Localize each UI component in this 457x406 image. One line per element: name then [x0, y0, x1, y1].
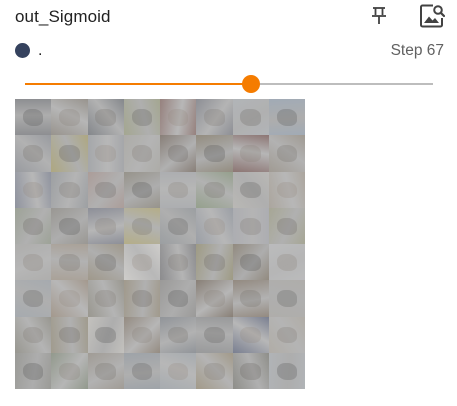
image-card: out_Sigmoid . Step 67 — [0, 0, 457, 406]
sample-tile — [123, 135, 160, 172]
sample-tile — [123, 244, 160, 281]
sample-tile — [232, 171, 269, 208]
sample-tile — [196, 207, 233, 244]
sample-tile — [160, 352, 197, 389]
sample-tile — [15, 244, 52, 281]
sample-tile — [51, 135, 88, 172]
sample-tile — [160, 171, 197, 208]
sample-tile — [87, 207, 124, 244]
sample-tile — [232, 280, 269, 317]
sample-tile — [268, 135, 305, 172]
sample-tile — [268, 352, 305, 389]
sample-tile — [123, 99, 160, 136]
sample-tile — [232, 316, 269, 353]
sample-image — [15, 99, 305, 389]
sample-tile — [15, 316, 52, 353]
sample-tile — [123, 316, 160, 353]
sample-tile — [196, 352, 233, 389]
sample-tile — [196, 99, 233, 136]
pin-icon — [372, 7, 386, 24]
sample-tile — [196, 171, 233, 208]
sample-tile — [51, 316, 88, 353]
pin-button[interactable] — [366, 3, 392, 29]
sample-tile — [15, 207, 52, 244]
sample-tile — [87, 135, 124, 172]
sample-tile — [196, 280, 233, 317]
card-title: out_Sigmoid — [15, 7, 111, 26]
sample-tile — [87, 316, 124, 353]
sample-tile — [160, 135, 197, 172]
run-name: . — [38, 42, 43, 59]
sample-tile — [160, 99, 197, 136]
sample-tile — [87, 352, 124, 389]
image-search-icon — [420, 4, 445, 28]
view-image-button[interactable] — [418, 2, 446, 30]
sample-tile — [51, 99, 88, 136]
sample-tile — [51, 244, 88, 281]
sample-tile — [196, 316, 233, 353]
sample-tile — [123, 280, 160, 317]
sample-tile — [268, 99, 305, 136]
sample-tile — [87, 99, 124, 136]
slider-fill — [25, 83, 252, 85]
sample-tile — [51, 352, 88, 389]
sample-tile — [123, 171, 160, 208]
sample-tile — [196, 135, 233, 172]
sample-tile — [160, 244, 197, 281]
sample-tile — [87, 244, 124, 281]
sample-tile — [232, 135, 269, 172]
sample-tile — [232, 99, 269, 136]
sample-tile — [232, 244, 269, 281]
sample-tile — [51, 171, 88, 208]
sample-tile — [123, 352, 160, 389]
sample-tile — [15, 135, 52, 172]
slider-thumb[interactable] — [242, 75, 261, 93]
sample-tile — [123, 207, 160, 244]
run-indicator: . — [15, 41, 42, 59]
sample-tile — [51, 207, 88, 244]
sample-tile — [87, 171, 124, 208]
run-color-dot — [15, 42, 30, 58]
step-label: Step 67 — [390, 42, 444, 59]
sample-tile — [15, 171, 52, 208]
sample-tile — [268, 316, 305, 353]
sample-tile — [196, 244, 233, 281]
sample-tile — [268, 280, 305, 317]
sample-tile — [51, 280, 88, 317]
sample-tile — [15, 280, 52, 317]
sample-tile — [268, 207, 305, 244]
step-slider[interactable] — [25, 73, 433, 95]
sample-tile — [160, 207, 197, 244]
sample-tile — [160, 280, 197, 317]
sample-tile — [232, 207, 269, 244]
sample-tile — [160, 316, 197, 353]
sample-tile — [87, 280, 124, 317]
sample-tile — [15, 99, 52, 136]
sample-tile — [268, 171, 305, 208]
sample-tile — [268, 244, 305, 281]
sample-tile — [15, 352, 52, 389]
sample-tile — [232, 352, 269, 389]
